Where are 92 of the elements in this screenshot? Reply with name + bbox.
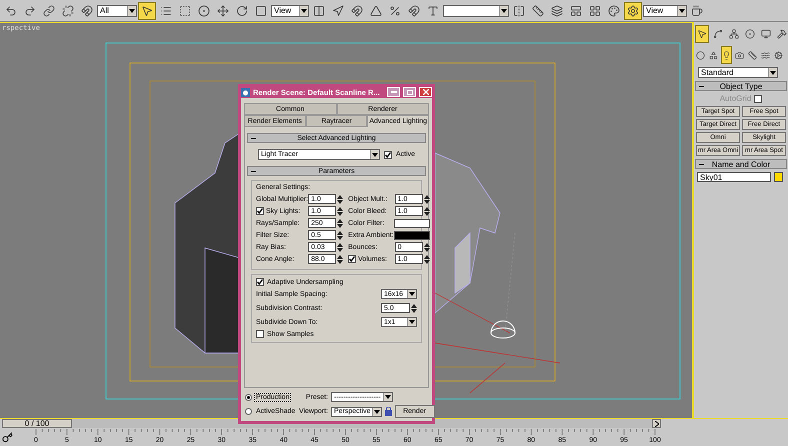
link-icon [43, 4, 55, 16]
layers-icon [551, 4, 563, 16]
ruler-icon [748, 50, 757, 60]
dropdown-arrow-icon [770, 70, 776, 74]
spinner-arrows-icon [337, 242, 344, 252]
time-slider-thumb[interactable]: 0 / 100 [2, 419, 72, 428]
next-frame-button[interactable] [652, 419, 661, 428]
dropdown-arrow-icon [501, 8, 507, 12]
light-icon [722, 50, 731, 60]
spinner-arrows-icon [424, 254, 430, 264]
dropdown-arrow-icon [409, 320, 415, 324]
dropdown-arrow-icon [372, 152, 378, 156]
radio-button[interactable] [245, 394, 252, 400]
mirror-icon [513, 4, 525, 16]
app-icon [241, 88, 250, 96]
percent-icon [389, 4, 401, 16]
undo-icon [5, 4, 17, 16]
dropdown-arrow-icon [374, 410, 380, 414]
dropdown-arrow-icon [385, 395, 391, 399]
sphere-icon [696, 50, 705, 60]
spinner-arrows-icon [424, 242, 430, 252]
pointer-icon [697, 29, 707, 39]
pointer-icon [141, 4, 153, 16]
curve-icon [713, 29, 723, 39]
checkbox-label: AutoGrid [720, 94, 752, 103]
grid-layout-icon [589, 4, 601, 16]
spinner-arrows-icon [337, 218, 344, 228]
pointer-tab-button[interactable] [695, 25, 709, 43]
pointer-tool-button[interactable] [138, 2, 156, 20]
radio-button[interactable] [245, 408, 252, 415]
shapes-icon [709, 50, 718, 60]
lock-icon[interactable] [384, 407, 392, 416]
color-swatch[interactable] [394, 230, 430, 240]
dropdown-arrow-icon [679, 8, 685, 12]
checkbox[interactable] [384, 150, 392, 158]
rollout-header[interactable]: Name and Color [695, 159, 787, 169]
spinner-arrows-icon [337, 254, 344, 264]
dropdown-arrow-icon [129, 8, 135, 12]
spinner-magnet-icon [408, 4, 420, 16]
maximize-icon [406, 90, 412, 94]
chevron-right-icon [654, 420, 658, 426]
ruler-icon [532, 4, 544, 16]
checkbox[interactable] [348, 255, 356, 263]
close-icon [422, 89, 428, 95]
redo-icon [24, 4, 36, 16]
coordinate-system-dropdown[interactable]: View [271, 4, 309, 16]
checkbox[interactable] [256, 330, 264, 338]
palette-icon [608, 4, 620, 16]
target-icon [745, 29, 755, 39]
category-dropdown[interactable]: Standard [698, 67, 778, 78]
named-selection-dropdown[interactable] [443, 4, 509, 16]
checkbox[interactable] [256, 207, 264, 215]
close-button[interactable] [419, 87, 432, 97]
waves-icon [761, 50, 770, 60]
panel-layout-icon [570, 4, 582, 16]
light-category-button[interactable] [721, 46, 732, 64]
camera-icon [735, 50, 744, 60]
key-icon[interactable] [2, 432, 13, 442]
spinner-arrows-icon [337, 206, 344, 216]
gear-icon [774, 50, 783, 60]
hammer-icon [777, 29, 787, 39]
spinner-arrows-icon [337, 230, 344, 240]
magnet-icon [81, 4, 93, 16]
color-swatch[interactable] [774, 172, 783, 182]
name-field[interactable]: Sky01 [697, 172, 771, 182]
navigation-icon [332, 4, 344, 16]
spinner-arrows-icon [424, 194, 430, 204]
triangle-icon [370, 4, 382, 16]
checkbox[interactable] [256, 278, 264, 286]
monitor-icon [761, 29, 771, 39]
snap-magnet-icon [351, 4, 363, 16]
move-icon [217, 4, 229, 16]
rotate-icon [236, 4, 248, 16]
cup-icon [691, 4, 703, 16]
dashed-square-icon [179, 4, 191, 16]
spinner-arrows-icon [424, 206, 430, 216]
spinner-arrows-icon [337, 194, 344, 204]
rollout-header[interactable]: Object Type [695, 81, 787, 91]
text-icon [427, 4, 439, 16]
dropdown-arrow-icon [301, 8, 307, 12]
circle-dot-icon [198, 4, 210, 16]
settings-tool-button[interactable] [624, 2, 642, 20]
unlink-icon [62, 4, 74, 16]
hierarchy-icon [729, 29, 739, 39]
minimize-icon [390, 91, 396, 93]
columns-icon [313, 4, 325, 16]
settings-icon [627, 4, 639, 16]
spinner-arrows-icon [411, 304, 417, 312]
dropdown-arrow-icon [409, 292, 415, 296]
color-swatch[interactable] [394, 218, 430, 228]
selection-filter-dropdown[interactable]: All [97, 4, 137, 16]
view-dropdown[interactable]: View [643, 4, 687, 16]
